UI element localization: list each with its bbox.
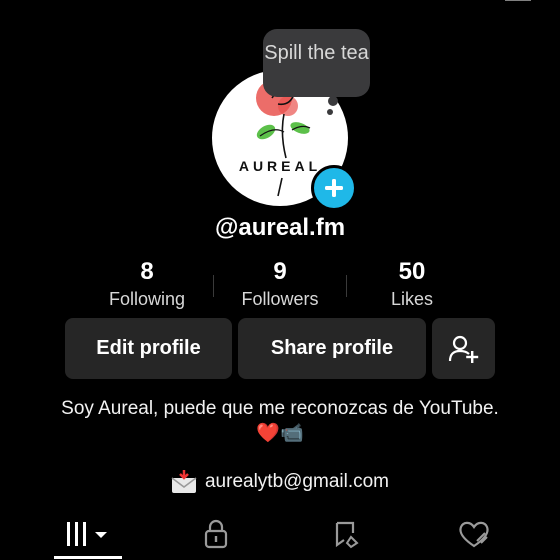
stat-following[interactable]: 8 Following bbox=[82, 256, 212, 310]
stat-followers[interactable]: 9 Followers bbox=[215, 256, 345, 310]
glasses-icon[interactable] bbox=[447, 0, 471, 4]
share-profile-button[interactable]: Share profile bbox=[238, 318, 426, 379]
stat-divider bbox=[213, 275, 214, 297]
email-link[interactable]: aurealytb@gmail.com bbox=[0, 469, 560, 495]
lock-icon bbox=[204, 519, 228, 549]
stat-value: 9 bbox=[273, 258, 287, 285]
spill-the-tea-bubble[interactable]: Spill the tea bbox=[263, 29, 370, 97]
plus-icon bbox=[325, 179, 343, 197]
grid-icon bbox=[67, 522, 107, 546]
stat-label: Likes bbox=[390, 289, 434, 309]
add-user-icon bbox=[448, 335, 478, 363]
add-friend-button[interactable] bbox=[432, 318, 495, 379]
active-tab-indicator bbox=[54, 556, 122, 559]
menu-icon[interactable] bbox=[505, 0, 531, 4]
email-address: aurealytb@gmail.com bbox=[204, 471, 390, 492]
stat-label: Following bbox=[108, 289, 186, 309]
repost-icon bbox=[335, 521, 359, 549]
heart-icon bbox=[459, 521, 489, 548]
stat-value: 8 bbox=[140, 258, 154, 285]
stat-likes[interactable]: 50 Likes bbox=[347, 256, 477, 310]
edit-profile-button[interactable]: Edit profile bbox=[65, 318, 232, 379]
tab-private[interactable] bbox=[190, 508, 242, 560]
envelope-icon bbox=[171, 470, 197, 493]
username: @aureal.fm bbox=[214, 214, 346, 241]
profile-bio: Soy Aureal, puede que me reconozcas de Y… bbox=[61, 398, 499, 444]
profile-tabs bbox=[0, 508, 560, 560]
bubble-tail-dot bbox=[327, 109, 333, 115]
stat-value: 50 bbox=[398, 258, 426, 285]
tab-videos[interactable] bbox=[54, 508, 122, 560]
tab-liked[interactable] bbox=[448, 508, 500, 560]
add-avatar-button[interactable] bbox=[311, 165, 357, 211]
bubble-tail bbox=[328, 96, 338, 106]
stat-label: Followers bbox=[241, 289, 319, 309]
tab-reposts[interactable] bbox=[320, 508, 372, 560]
